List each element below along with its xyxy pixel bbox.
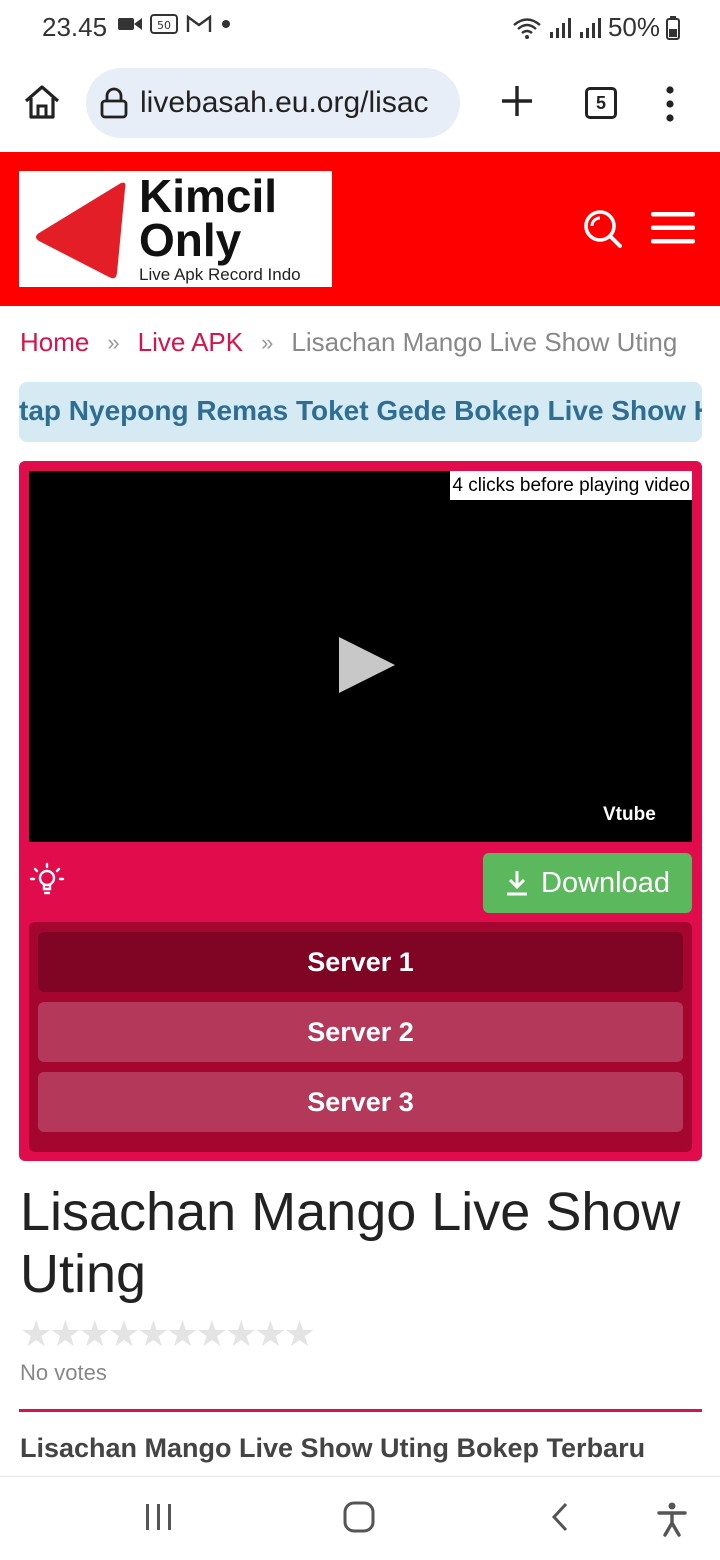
lightbulb-icon[interactable] [29, 861, 65, 901]
breadcrumb-home[interactable]: Home [20, 327, 89, 358]
server-1-button[interactable]: Server 1 [38, 932, 683, 992]
site-header: Kimcil Only Live Apk Record Indo [0, 152, 720, 306]
svg-text:50: 50 [157, 19, 171, 32]
status-left-icons: 50 [118, 14, 232, 34]
more-menu-icon[interactable] [660, 84, 680, 124]
star-icon[interactable]: ★ [166, 1313, 198, 1355]
click-notice: 4 clicks before playing video [450, 471, 692, 500]
star-icon[interactable]: ★ [49, 1313, 81, 1355]
star-icon[interactable]: ★ [196, 1313, 228, 1355]
breadcrumb-separator: » [261, 329, 274, 355]
download-button[interactable]: Download [483, 853, 692, 913]
badge-50-icon: 50 [150, 14, 178, 34]
site-logo[interactable]: Kimcil Only Live Apk Record Indo [19, 171, 332, 287]
recent-apps-icon[interactable] [144, 1501, 174, 1533]
dot-icon [222, 20, 230, 28]
post-title: Lisachan Mango Live Show Uting [20, 1182, 681, 1304]
status-right: 50% [512, 12, 680, 43]
home-button-icon[interactable] [343, 1501, 375, 1533]
hamburger-menu-icon[interactable] [651, 212, 695, 244]
logo-tagline: Live Apk Record Indo [139, 265, 301, 284]
signal-icon [549, 17, 571, 38]
url-text: livebasah.eu.org/lisac [140, 86, 429, 119]
logo-title-line2: Only [139, 214, 242, 266]
new-tab-icon[interactable] [500, 84, 534, 118]
search-icon[interactable] [582, 208, 622, 248]
signal-icon-2 [579, 17, 601, 38]
star-icon[interactable]: ★ [20, 1313, 52, 1355]
breadcrumb-category[interactable]: Live APK [138, 327, 244, 358]
breadcrumb-current: Lisachan Mango Live Show Uting [291, 327, 678, 357]
status-bar: 23.45 50 50% [0, 0, 720, 56]
star-icon[interactable]: ★ [225, 1313, 257, 1355]
browser-toolbar: livebasah.eu.org/lisac 5 [0, 56, 720, 152]
download-label: Download [541, 866, 670, 899]
system-nav-bar [0, 1476, 720, 1560]
video-player-card: 4 clicks before playing video Vtube Down… [19, 461, 702, 1161]
logo-title-line1: Kimcil [139, 170, 278, 222]
home-icon[interactable] [22, 82, 62, 122]
star-icon[interactable]: ★ [137, 1313, 169, 1355]
accessibility-icon[interactable] [656, 1501, 688, 1537]
star-icon[interactable]: ★ [108, 1313, 140, 1355]
section-divider [19, 1409, 702, 1412]
download-icon [507, 871, 527, 896]
status-time: 23.45 [42, 12, 108, 42]
player-watermark: Vtube [603, 804, 656, 825]
wifi-icon [513, 17, 541, 39]
server-3-button[interactable]: Server 3 [38, 1072, 683, 1132]
gmail-icon [186, 14, 212, 32]
star-rating[interactable]: ★ ★ ★ ★ ★ ★ ★ ★ ★ ★ [20, 1313, 316, 1355]
breadcrumb-separator: » [107, 329, 120, 355]
battery-icon [666, 15, 680, 40]
battery-percent: 50% [607, 12, 660, 42]
star-icon[interactable]: ★ [284, 1313, 316, 1355]
ticker-text[interactable]: tap Nyepong Remas Toket Gede Bokep Live … [19, 395, 702, 427]
star-icon[interactable]: ★ [79, 1313, 111, 1355]
news-ticker[interactable]: tap Nyepong Remas Toket Gede Bokep Live … [19, 382, 702, 442]
video-player[interactable]: 4 clicks before playing video Vtube [29, 471, 692, 842]
lock-icon [100, 87, 128, 119]
video-call-icon [118, 18, 142, 30]
star-icon[interactable]: ★ [254, 1313, 286, 1355]
breadcrumb: Home » Live APK » Lisachan Mango Live Sh… [20, 327, 710, 358]
votes-count: No votes [20, 1360, 107, 1385]
address-bar[interactable]: livebasah.eu.org/lisac [86, 68, 460, 138]
server-list: Server 1 Server 2 Server 3 [29, 922, 692, 1152]
play-icon[interactable] [337, 635, 397, 695]
tab-switcher-button[interactable]: 5 [585, 87, 617, 119]
server-2-button[interactable]: Server 2 [38, 1002, 683, 1062]
back-icon[interactable] [550, 1501, 570, 1533]
post-subheading: Lisachan Mango Live Show Uting Bokep Ter… [20, 1433, 646, 1463]
play-triangle-logo-icon [36, 182, 126, 279]
